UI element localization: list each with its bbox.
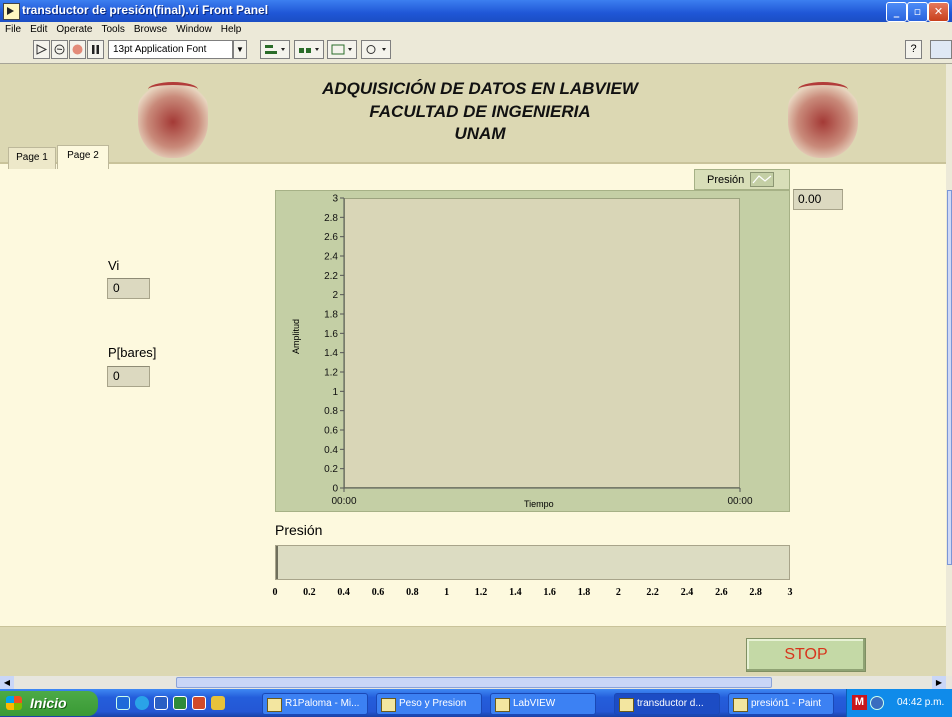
task-peso-y-presion[interactable]: Peso y Presion [376,693,482,715]
paint-icon [733,698,748,712]
pressure-slide [275,545,790,580]
quicklaunch-desktop-icon[interactable] [116,696,130,710]
task-labview[interactable]: LabVIEW [490,693,596,715]
y-tick-label: 2.2 [324,271,338,282]
y-tick-label: 2 [332,290,338,301]
y-tick-label: 2.4 [324,252,338,263]
windows-logo-icon [6,696,22,710]
slide-scale-label: 0.8 [406,587,419,598]
x-tick-label: 00:00 [331,496,356,507]
quicklaunch-paint-icon[interactable] [211,696,225,710]
y-tick-label: 3 [332,194,338,205]
slide-scale-label: 2.8 [749,587,762,598]
task-label: transductor d... [637,698,704,709]
y-tick-label: 1.8 [324,310,338,321]
y-tick-label: 0.6 [324,426,338,437]
y-tick-label: 1 [332,387,338,398]
tray-app-icon[interactable]: M [852,695,867,710]
slide-scale-label: 0.2 [303,587,316,598]
quicklaunch-powerpoint-icon[interactable] [192,696,206,710]
slide-scale-label: 1.8 [577,587,591,598]
y-tick-label: 0.4 [324,445,338,456]
y-tick-label: 2.6 [324,232,338,243]
slide-scale-label: 1.6 [543,587,556,598]
y-axis-label: Amplitud [291,318,301,354]
slide-scale-label: 2.2 [646,587,659,598]
scroll-right-icon[interactable]: ▶ [932,676,946,689]
y-tick-label: 2.8 [324,213,338,224]
y-tick-label: 0.8 [324,406,338,417]
x-axis-label: Tiempo [524,499,554,509]
task-r1paloma[interactable]: R1Paloma - Mi... [262,693,368,715]
word-doc-icon [267,698,282,712]
task-label: LabVIEW [513,698,556,709]
quicklaunch-word-icon[interactable] [154,696,168,710]
chart-axes: 3 2.8 2.6 2.4 2.2 2 1.8 1.6 1.4 1.2 1 0.8 0.6 0.4 0.2 0… [324,194,753,508]
slide-scale-label: 1.2 [474,587,488,598]
slide-label: Presión [275,522,323,538]
y-tick-label: 0 [332,484,338,495]
folder-icon [381,698,396,712]
slide-scale-label: 2 [615,587,621,598]
clock[interactable]: 04:42 p.m. [897,697,944,708]
slide-scale-label: 2.6 [715,587,728,598]
labview-vi-icon [619,698,634,712]
task-label: presión1 - Paint [751,698,822,709]
scroll-left-icon[interactable]: ◀ [0,676,14,689]
slide-scale-label: 1.4 [509,587,522,598]
slide-scale: 0 0.2 0.4 0.6 0.8 1 1.2 1.4 1.6 1.8 2 2.2 2.4 2.6 2.8 3 [0,587,952,601]
task-presion-paint[interactable]: presión1 - Paint [728,693,834,715]
labview-icon [495,698,510,712]
horizontal-scroll-thumb[interactable] [176,677,772,688]
slide-scale-label: 3 [787,587,793,598]
task-transductor[interactable]: transductor d... [614,693,720,715]
y-tick-label: 0.2 [324,464,338,475]
quicklaunch-excel-icon[interactable] [173,696,187,710]
slide-scale-label: 1 [444,587,450,598]
quicklaunch-ie-icon[interactable] [135,696,149,710]
y-tick-label: 1.2 [324,368,338,379]
slide-scale-label: 0.6 [371,587,385,598]
slide-scale-label: 2.4 [680,587,694,598]
task-label: R1Paloma - Mi... [285,698,360,709]
y-tick-label: 1.4 [324,348,338,359]
slide-fill [276,546,278,579]
vertical-scroll-thumb[interactable] [947,190,952,565]
y-tick-label: 1.6 [324,329,338,340]
tray-network-icon[interactable] [870,696,884,710]
slide-scale-label: 0 [272,587,278,598]
task-label: Peso y Presion [399,698,467,709]
stop-button[interactable]: STOP [746,638,866,672]
x-tick-label: 00:00 [727,496,752,507]
slide-scale-label: 0.4 [337,587,350,598]
